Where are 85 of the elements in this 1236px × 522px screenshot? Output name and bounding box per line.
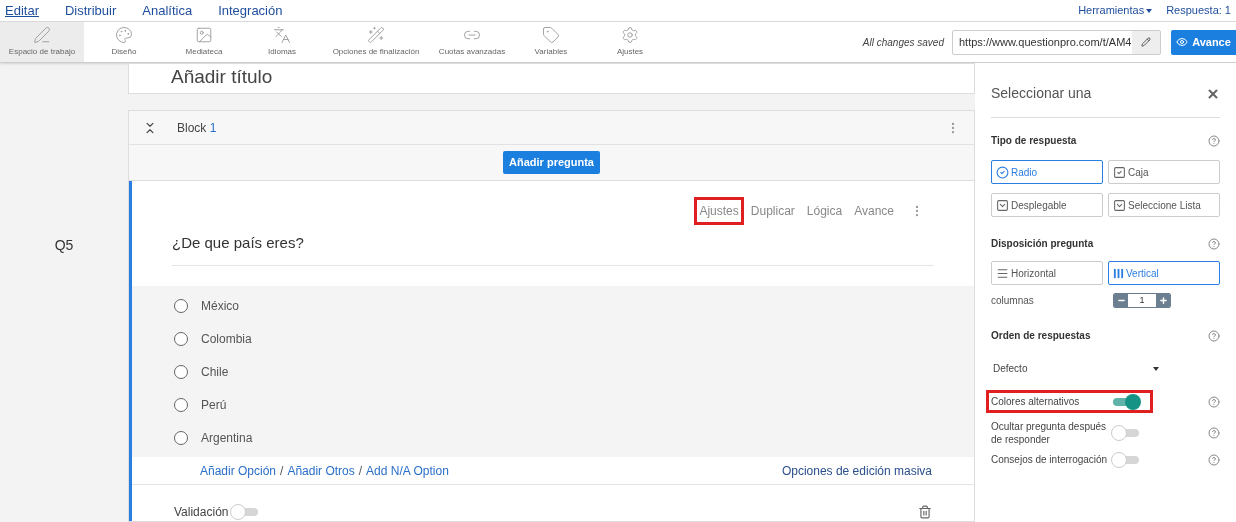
- option-label[interactable]: Argentina: [201, 428, 253, 447]
- responses-count[interactable]: Respuesta: 1: [1166, 2, 1231, 19]
- section-heading: Tipo de respuesta: [991, 134, 1077, 148]
- panel-title: Seleccionar una: [991, 84, 1092, 103]
- toolbar-icon: [33, 26, 51, 44]
- close-icon[interactable]: [1206, 86, 1220, 101]
- question-action[interactable]: Duplicar: [750, 202, 795, 220]
- toolbar-icon: [195, 26, 213, 44]
- nav-tab[interactable]: Analítica: [142, 0, 193, 21]
- order-dropdown[interactable]: Defecto: [991, 361, 1161, 376]
- survey-title[interactable]: Añadir título: [171, 65, 273, 89]
- add-option-link[interactable]: Añadir Otros: [287, 461, 355, 480]
- collapse-icon[interactable]: [143, 120, 157, 135]
- separator: /: [280, 462, 284, 480]
- option-label[interactable]: Chile: [201, 362, 229, 381]
- tools-menu[interactable]: Herramientas: [1078, 2, 1153, 19]
- toolbar-item[interactable]: Idiomas: [244, 22, 320, 62]
- question-action[interactable]: Avance: [854, 202, 894, 220]
- pencil-icon: [1141, 37, 1151, 47]
- toolbar-item[interactable]: Mediateca: [164, 22, 244, 62]
- toolbar-icon: [367, 26, 385, 44]
- option-label[interactable]: Colombia: [201, 329, 252, 348]
- nav-tab[interactable]: Integración: [218, 0, 283, 21]
- answer-type-option[interactable]: Radio: [991, 160, 1103, 184]
- save-status: All changes saved: [862, 35, 944, 50]
- section-heading: Disposición pregunta: [991, 237, 1094, 251]
- toggle-label: Consejos de interrogación: [991, 453, 1109, 466]
- toolbar-item[interactable]: Ajustes: [590, 22, 670, 62]
- columns-label: columnas: [991, 294, 1035, 308]
- edit-button[interactable]: [1132, 30, 1160, 54]
- toggle-label: Ocultar pregunta después de responder: [991, 420, 1108, 446]
- help-icon[interactable]: [1208, 134, 1220, 147]
- answer-type-option[interactable]: Caja: [1108, 160, 1220, 184]
- option-label[interactable]: México: [201, 296, 239, 315]
- answer-type-option[interactable]: Desplegable: [991, 193, 1103, 217]
- columns-stepper[interactable]: 1: [1113, 293, 1171, 308]
- check-circle-icon: [996, 165, 1009, 179]
- question-number: Q5: [54, 236, 74, 255]
- radio-button[interactable]: [174, 397, 188, 412]
- checkbox-icon: [1113, 165, 1126, 179]
- help-icon[interactable]: [1208, 329, 1220, 342]
- radio-button[interactable]: [174, 364, 188, 379]
- toolbar-icon: [621, 26, 639, 44]
- section-heading: Orden de respuestas: [991, 329, 1091, 343]
- add-question-button[interactable]: Añadir pregunta: [503, 151, 600, 174]
- bulk-edit-link[interactable]: Opciones de edición masiva: [781, 461, 932, 480]
- trash-icon[interactable]: [918, 505, 932, 519]
- toolbar-item[interactable]: Espacio de trabajo: [0, 22, 84, 62]
- dropdown-icon: [1113, 198, 1126, 212]
- lines-icon: [996, 266, 1009, 280]
- toggle-label: Colores alternativos: [991, 395, 1081, 408]
- toolbar-item[interactable]: Diseño: [84, 22, 164, 62]
- layout-option[interactable]: Horizontal: [991, 261, 1103, 285]
- radio-button[interactable]: [174, 331, 188, 346]
- radio-button[interactable]: [174, 430, 188, 445]
- help-icon[interactable]: [1208, 427, 1220, 439]
- answer-type-option[interactable]: Seleccione Lista: [1108, 193, 1220, 217]
- toolbar-icon: [273, 26, 291, 44]
- dropdown-icon: [996, 198, 1009, 212]
- help-icon[interactable]: [1208, 395, 1220, 408]
- layout-option[interactable]: Vertical: [1108, 261, 1220, 285]
- toolbar-icon: [542, 26, 560, 44]
- eye-icon: [1176, 36, 1189, 48]
- nav-tab[interactable]: Editar: [5, 0, 39, 21]
- validation-label: Validación: [174, 504, 229, 521]
- toolbar-icon: [115, 26, 133, 44]
- toolbar-item[interactable]: Opciones de finalización: [320, 22, 432, 62]
- question-action[interactable]: Ajustes: [694, 197, 744, 225]
- help-icon[interactable]: [1208, 237, 1220, 250]
- block-name: Block 1: [177, 119, 218, 137]
- preview-button[interactable]: Avance: [1171, 29, 1236, 55]
- option-label[interactable]: Perú: [201, 395, 227, 414]
- add-option-link[interactable]: Add N/A Option: [366, 461, 449, 480]
- columns-icon: [1113, 267, 1124, 279]
- help-icon[interactable]: [1208, 453, 1220, 466]
- add-option-link[interactable]: Añadir Opción: [200, 461, 277, 480]
- question-action[interactable]: Lógica: [806, 202, 843, 220]
- url-field[interactable]: https://www.questionpro.com/t/AM4: [952, 29, 1161, 55]
- question-text[interactable]: ¿De que país eres?: [172, 234, 304, 251]
- toolbar-item[interactable]: Cuotas avanzadas: [432, 22, 512, 62]
- separator: /: [358, 462, 363, 480]
- nav-tab[interactable]: Distribuir: [64, 0, 117, 21]
- plus-icon[interactable]: [1158, 296, 1168, 305]
- radio-button[interactable]: [174, 298, 188, 313]
- toolbar-item[interactable]: Variables: [512, 22, 590, 62]
